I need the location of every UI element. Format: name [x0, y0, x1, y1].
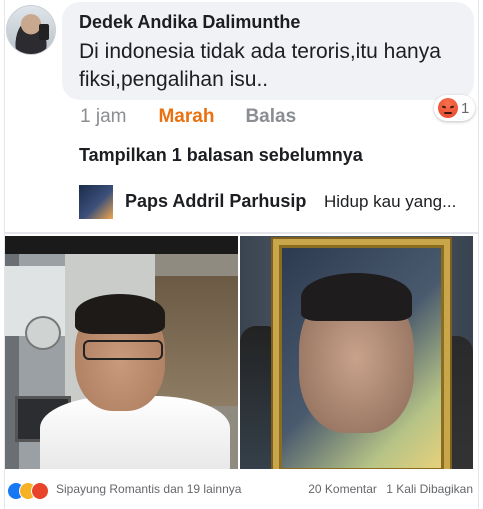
- show-previous-replies[interactable]: Tampilkan 1 balasan sebelumnya: [79, 145, 363, 166]
- comments-count[interactable]: 20 Komentar: [308, 482, 377, 496]
- reply-button[interactable]: Balas: [245, 106, 296, 128]
- reply-preview[interactable]: Paps Addril Parhusip Hidup kau yang...: [79, 185, 474, 219]
- post-stats: 20 Komentar 1 Kali Dibagikan: [308, 482, 473, 496]
- reply-author[interactable]: Paps Addril Parhusip: [125, 191, 306, 212]
- commenter-avatar[interactable]: [6, 5, 56, 55]
- reply-avatar[interactable]: [79, 185, 113, 219]
- comment-actions: 1 jam Marah Balas: [80, 106, 296, 128]
- comment-text: Di indonesia tidak ada teroris,itu hanya…: [79, 40, 441, 91]
- comment-author[interactable]: Dedek Andika Dalimunthe: [79, 12, 300, 33]
- picture-frame: [273, 239, 450, 469]
- post-footer: Sipayung Romantis dan 19 lainnya 20 Kome…: [4, 474, 479, 504]
- reply-text: Hidup kau yang...: [324, 192, 457, 211]
- divider: [4, 232, 478, 234]
- shares-count[interactable]: 1 Kali Dibagikan: [386, 482, 473, 496]
- comment-bubble: Dedek Andika Dalimunthe Di indonesia tid…: [62, 2, 474, 100]
- angry-icon: [438, 98, 458, 118]
- reaction-button[interactable]: Marah: [158, 106, 214, 128]
- post-photo-left[interactable]: [5, 236, 238, 469]
- comment-reaction-count[interactable]: 1: [434, 95, 476, 121]
- comment-time[interactable]: 1 jam: [80, 106, 126, 128]
- reactors-text[interactable]: Sipayung Romantis dan 19 lainnya: [56, 482, 241, 496]
- reaction-count-text: 1: [461, 99, 470, 117]
- post-photo-right[interactable]: [240, 236, 473, 469]
- reaction-icons[interactable]: [7, 482, 57, 500]
- angry-icon: [31, 482, 49, 500]
